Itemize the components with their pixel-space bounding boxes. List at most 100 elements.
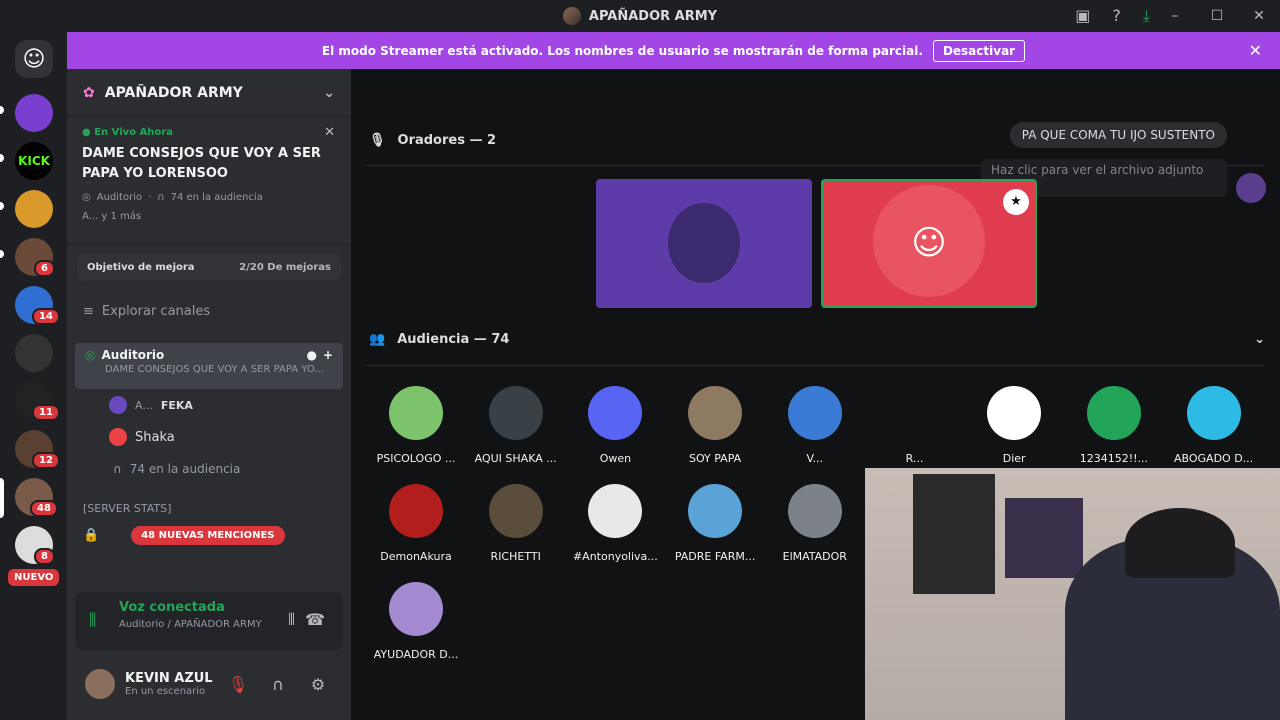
goal-progress: 2/20 De mejoras xyxy=(239,261,331,273)
server-name: APAÑADOR ARMY xyxy=(104,84,243,101)
mention-badge: 8 xyxy=(34,548,55,565)
server-avatar xyxy=(562,7,581,25)
member-name: Shaka xyxy=(135,429,175,445)
kick-server-icon[interactable]: KICK xyxy=(15,142,53,180)
audience-member[interactable]: R... xyxy=(868,386,962,465)
webcam-overlay xyxy=(865,468,1280,720)
voice-connected-panel: Voz conectada Auditorio / APAÑADOR ARMY … xyxy=(75,592,343,650)
audience-member[interactable]: Owen xyxy=(568,386,662,465)
category-server-stats[interactable]: [SERVER STATS] xyxy=(67,493,351,523)
channel-name: Auditorio xyxy=(101,348,165,362)
close-banner-icon[interactable]: ✕ xyxy=(1249,41,1262,60)
member-name: #Antonyoliva... xyxy=(572,550,658,563)
member-name: AQUI SHAKA ... xyxy=(474,452,557,465)
boost-goal[interactable]: Objetivo de mejora 2/20 De mejoras xyxy=(77,253,341,281)
audience-member[interactable]: PADRE FARM... xyxy=(668,484,762,563)
member-name: Owen xyxy=(599,452,632,465)
avatar[interactable] xyxy=(85,669,115,699)
cap xyxy=(1125,508,1235,578)
help-icon[interactable]: ? xyxy=(1112,6,1121,26)
download-icon[interactable]: ⤓ xyxy=(1143,6,1150,26)
audience-member[interactable]: ElMATADOR xyxy=(768,484,862,563)
avatar xyxy=(688,386,743,440)
audience-row[interactable]: ∩ 74 en la audiencia xyxy=(67,453,351,485)
speaker-tile-speaking[interactable]: ☺ ★ xyxy=(821,179,1037,308)
mention-badge: 12 xyxy=(32,452,60,469)
locked-channel[interactable]: 🔒 48 NUEVAS MENCIONES xyxy=(67,523,351,547)
window-title: APAÑADOR ARMY xyxy=(588,8,718,24)
avatar xyxy=(787,484,842,538)
chat-message: PA QUE COMA TU IJO SUSTENTO xyxy=(1009,122,1227,148)
explore-label: Explorar canales xyxy=(101,303,211,319)
invite-icon[interactable]: + xyxy=(323,348,333,362)
server-icon[interactable] xyxy=(15,334,53,372)
audience-member[interactable]: V... xyxy=(768,386,862,465)
server-icon[interactable] xyxy=(15,190,53,228)
inbox-icon[interactable]: ▣ xyxy=(1075,6,1090,26)
mention-badge: 6 xyxy=(34,260,55,277)
live-dot-icon: ● xyxy=(82,127,91,138)
lock-icon: 🔒 xyxy=(83,527,100,543)
live-stage-card[interactable]: ● En Vivo Ahora ✕ DAME CONSEJOS QUE VOY … xyxy=(67,117,351,245)
stage-title: DAME CONSEJOS QUE VOY A SER PAPA YO LORE… xyxy=(82,146,321,181)
avatar[interactable] xyxy=(1236,173,1266,203)
audience-member[interactable]: #Antonyoliva... xyxy=(568,484,662,563)
gear-icon[interactable]: ⚙ xyxy=(303,675,333,694)
new-badge[interactable]: NUEVO xyxy=(6,567,62,588)
stage-member[interactable]: A... FEKA xyxy=(67,389,351,421)
stage-channel-icon: ◎ xyxy=(85,348,96,362)
explore-channels[interactable]: ≡ Explorar canales xyxy=(67,289,351,333)
user-panel: KEVIN AZUL En un escenario 🎙 ∩ ⚙ xyxy=(75,656,343,712)
wall-poster xyxy=(913,474,995,594)
member-name: PSICOLOGO ... xyxy=(376,452,456,465)
avatar xyxy=(1186,386,1241,440)
signal-icon[interactable]: ⫼ xyxy=(89,610,96,630)
member-name: R... xyxy=(905,452,924,465)
member-name: RICHETTI xyxy=(490,550,541,563)
live-label: En Vivo Ahora xyxy=(94,127,173,138)
member-name: Dier xyxy=(1002,452,1026,465)
audience-member[interactable]: AYUDADOR D... xyxy=(369,582,463,661)
audience-member[interactable]: ABOGADO D... xyxy=(1167,386,1261,465)
member-tag: FEKA xyxy=(160,398,193,412)
mention-badge: 48 xyxy=(30,500,58,517)
server-icon[interactable] xyxy=(15,94,53,132)
stage-member[interactable]: Shaka xyxy=(67,421,351,453)
minimize-button[interactable]: – xyxy=(1154,8,1196,24)
member-name: 1234152!!... xyxy=(1079,452,1149,465)
close-icon[interactable]: ✕ xyxy=(324,125,335,140)
discord-home-icon[interactable]: ☺ xyxy=(15,40,53,78)
speakers-label: Oradores — 2 xyxy=(397,133,497,148)
member-name: AYUDADOR D... xyxy=(373,648,459,661)
audience-member[interactable]: AQUI SHAKA ... xyxy=(469,386,563,465)
audience-header[interactable]: 👥 Audiencia — 74 ⌄ xyxy=(369,332,1265,347)
audience-member[interactable]: SOY PAPA xyxy=(668,386,762,465)
deactivate-button[interactable]: Desactivar xyxy=(932,39,1026,62)
audience-member[interactable]: PSICOLOGO ... xyxy=(369,386,463,465)
goal-label: Objetivo de mejora xyxy=(87,261,195,273)
speakers-summary: A... y 1 más xyxy=(82,211,142,222)
chat-icon[interactable]: ● xyxy=(306,348,316,362)
maximize-button[interactable]: ☐ xyxy=(1196,8,1238,24)
soundboard-icon[interactable]: ⦀ xyxy=(288,610,295,630)
mute-icon[interactable]: 🎙 xyxy=(223,675,253,694)
close-window-button[interactable]: ✕ xyxy=(1238,8,1280,24)
headphones-icon: ∩ xyxy=(157,192,165,203)
speaker-tile[interactable] xyxy=(596,179,812,308)
moderator-icon: ★ xyxy=(1003,189,1029,215)
server-header[interactable]: ✿ APAÑADOR ARMY ⌄ xyxy=(67,69,351,117)
audience-member[interactable]: RICHETTI xyxy=(469,484,563,563)
disconnect-icon[interactable]: ☎ xyxy=(305,610,325,629)
chevron-down-icon: ⌄ xyxy=(323,84,335,101)
channel-sidebar: ✿ APAÑADOR ARMY ⌄ ● En Vivo Ahora ✕ DAME… xyxy=(67,69,351,720)
audience-member[interactable]: DemonAkura xyxy=(369,484,463,563)
chevron-down-icon[interactable]: ⌄ xyxy=(1254,332,1265,347)
avatar xyxy=(389,582,443,636)
member-name: A... xyxy=(135,398,153,412)
headphones-icon[interactable]: ∩ xyxy=(263,675,293,694)
audience-member[interactable]: Dier xyxy=(967,386,1061,465)
audience-member[interactable]: 1234152!!... xyxy=(1067,386,1161,465)
new-mentions-badge[interactable]: 48 NUEVAS MENCIONES xyxy=(131,525,285,545)
channel-auditorio[interactable]: ◎ Auditorio ● + DAME CONSEJOS QUE VOY A … xyxy=(75,343,343,389)
attachment-hint: Haz clic para ver el archivo adjunto xyxy=(991,163,1204,177)
